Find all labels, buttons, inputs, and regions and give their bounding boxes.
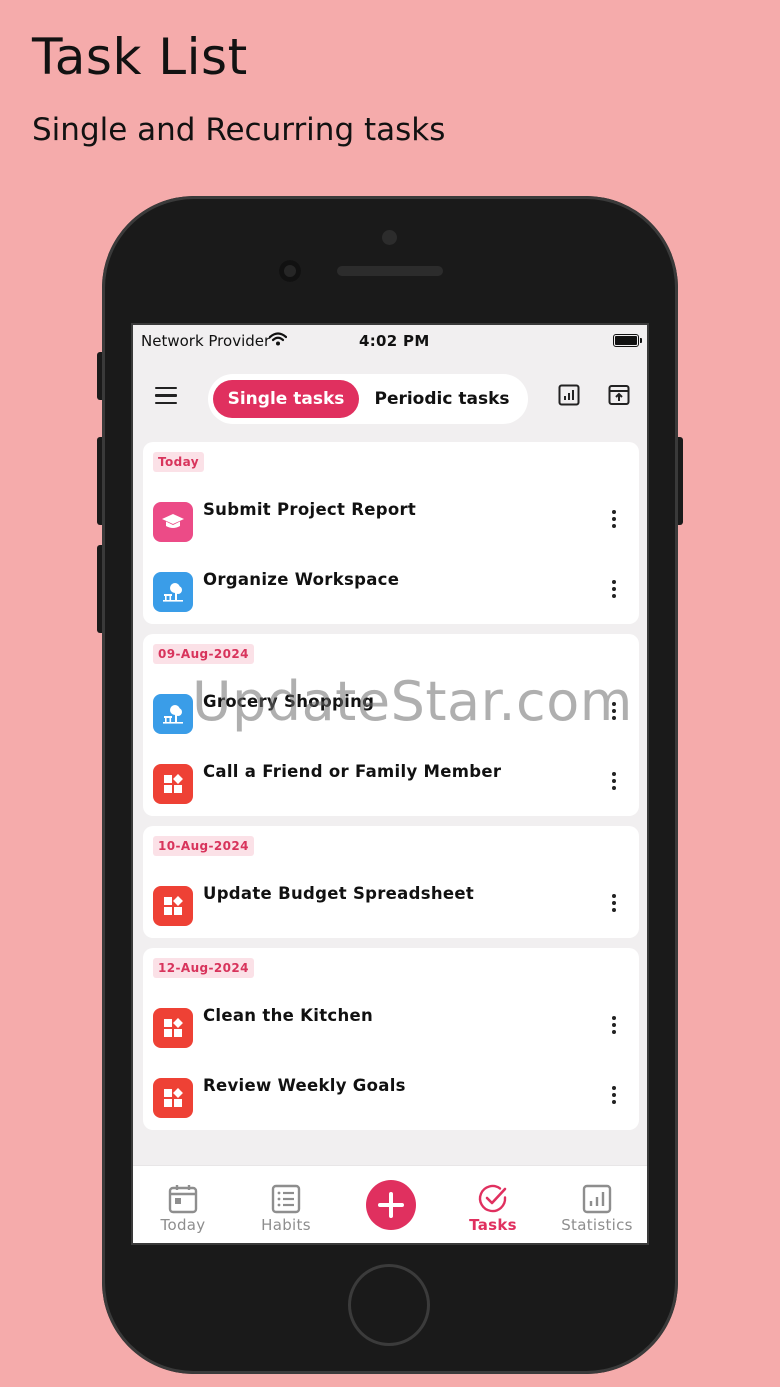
task-row[interactable]: Update Budget Spreadsheet bbox=[143, 878, 639, 938]
tab-statistics-label: Statistics bbox=[561, 1216, 633, 1234]
more-options-icon[interactable] bbox=[611, 1086, 617, 1108]
date-badge: 09-Aug-2024 bbox=[153, 644, 254, 664]
tab-habits-label: Habits bbox=[261, 1216, 311, 1234]
graduation-cap-icon bbox=[162, 514, 184, 528]
statistics-icon bbox=[582, 1184, 612, 1214]
widgets-icon bbox=[164, 896, 183, 915]
task-category-icon bbox=[153, 502, 193, 542]
battery-icon bbox=[613, 334, 639, 347]
watermark: UpdateStar.com bbox=[192, 670, 633, 733]
task-category-icon bbox=[153, 1008, 193, 1048]
task-title: Call a Friend or Family Member bbox=[203, 762, 502, 781]
archive-upload-icon[interactable] bbox=[607, 383, 631, 407]
task-title: Review Weekly Goals bbox=[203, 1076, 406, 1095]
tab-tasks[interactable]: Tasks bbox=[443, 1166, 543, 1243]
widgets-icon bbox=[164, 1088, 183, 1107]
task-category-icon bbox=[153, 694, 193, 734]
carrier-label: Network Provider bbox=[141, 332, 271, 350]
more-options-icon[interactable] bbox=[611, 772, 617, 794]
battery-tip bbox=[640, 338, 642, 343]
phone-front-camera bbox=[279, 260, 301, 282]
tab-periodic-tasks[interactable]: Periodic tasks bbox=[368, 380, 516, 418]
task-category-icon bbox=[153, 1078, 193, 1118]
more-options-icon[interactable] bbox=[611, 1016, 617, 1038]
app-header: Single tasks Periodic tasks bbox=[133, 367, 647, 424]
chart-icon[interactable] bbox=[557, 383, 581, 407]
check-circle-icon bbox=[478, 1184, 507, 1213]
task-row[interactable]: Call a Friend or Family Member bbox=[143, 756, 639, 816]
tree-bench-icon bbox=[163, 583, 183, 602]
task-category-icon bbox=[153, 764, 193, 804]
tree-bench-icon bbox=[163, 705, 183, 724]
phone-home-button[interactable] bbox=[348, 1264, 430, 1346]
tab-today-label: Today bbox=[160, 1216, 206, 1234]
promo-subtitle: Single and Recurring tasks bbox=[32, 112, 446, 148]
task-row[interactable]: Review Weekly Goals bbox=[143, 1070, 639, 1130]
tab-single-tasks[interactable]: Single tasks bbox=[213, 380, 359, 418]
more-options-icon[interactable] bbox=[611, 510, 617, 532]
task-category-icon bbox=[153, 886, 193, 926]
date-badge: 12-Aug-2024 bbox=[153, 958, 254, 978]
task-group: Today Submit Project Report Organize Wor… bbox=[143, 442, 639, 624]
status-bar: Network Provider 4:02 PM bbox=[133, 325, 647, 355]
task-row[interactable]: Submit Project Report bbox=[143, 494, 639, 554]
tab-statistics[interactable]: Statistics bbox=[547, 1166, 647, 1243]
more-options-icon[interactable] bbox=[611, 894, 617, 916]
more-options-icon[interactable] bbox=[611, 580, 617, 602]
add-task-button[interactable] bbox=[366, 1180, 416, 1230]
task-title: Update Budget Spreadsheet bbox=[203, 884, 475, 903]
tab-today[interactable]: Today bbox=[133, 1166, 233, 1243]
widgets-icon bbox=[164, 1018, 183, 1037]
promo-title: Task List bbox=[32, 28, 248, 86]
date-badge: 10-Aug-2024 bbox=[153, 836, 254, 856]
calendar-icon bbox=[168, 1185, 198, 1214]
task-title: Clean the Kitchen bbox=[203, 1006, 374, 1025]
task-row[interactable]: Organize Workspace bbox=[143, 564, 639, 624]
task-group: 10-Aug-2024 Update Budget Spreadsheet bbox=[143, 826, 639, 938]
task-title: Organize Workspace bbox=[203, 570, 400, 589]
widgets-icon bbox=[164, 774, 183, 793]
list-icon bbox=[271, 1184, 301, 1214]
date-badge: Today bbox=[153, 452, 204, 472]
wifi-icon bbox=[269, 332, 287, 346]
task-type-toggle: Single tasks Periodic tasks bbox=[208, 374, 528, 424]
tab-tasks-label: Tasks bbox=[469, 1216, 517, 1234]
task-row[interactable]: Clean the Kitchen bbox=[143, 1000, 639, 1060]
menu-icon[interactable] bbox=[155, 387, 177, 405]
bottom-tab-bar: Today Habits Tasks Statistics bbox=[133, 1165, 647, 1243]
app-screen: Network Provider 4:02 PM Single tasks Pe… bbox=[131, 323, 649, 1245]
task-category-icon bbox=[153, 572, 193, 612]
task-title: Submit Project Report bbox=[203, 500, 417, 519]
phone-speaker bbox=[337, 266, 443, 276]
task-group: 12-Aug-2024 Clean the Kitchen Review Wee… bbox=[143, 948, 639, 1130]
phone-sensor bbox=[382, 230, 397, 245]
status-time: 4:02 PM bbox=[359, 332, 430, 350]
tab-habits[interactable]: Habits bbox=[236, 1166, 336, 1243]
